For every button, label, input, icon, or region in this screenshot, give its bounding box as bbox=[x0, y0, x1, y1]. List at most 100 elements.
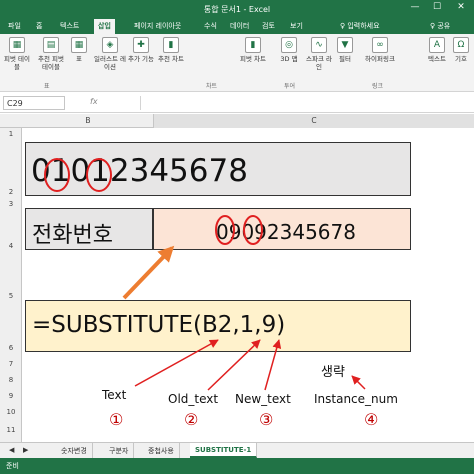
name-box[interactable]: C29 bbox=[3, 96, 65, 110]
3d-map-icon: ◎ bbox=[281, 37, 297, 53]
button-label: 필터 bbox=[339, 55, 351, 63]
tab-text[interactable]: 텍스트 bbox=[60, 21, 79, 31]
table-icon: ▦ bbox=[71, 37, 87, 53]
row-header-9[interactable]: 9 bbox=[0, 392, 22, 400]
minimize-icon[interactable]: — bbox=[404, 2, 426, 12]
row-header-1[interactable]: 1 bbox=[0, 130, 22, 138]
highlight-circle bbox=[44, 158, 70, 192]
button-label: 하이퍼링크 bbox=[365, 55, 395, 63]
button-label: 피벗 차트 bbox=[240, 55, 266, 63]
row-header-11[interactable]: 11 bbox=[0, 426, 22, 434]
group-label-tour: 투어 bbox=[284, 83, 296, 90]
pivot-table-button[interactable]: ▦ 피벗 테이블 bbox=[2, 37, 32, 71]
row-header-2[interactable]: 2 bbox=[0, 188, 22, 196]
addin-button[interactable]: ✚ 추가 기능 bbox=[128, 37, 154, 63]
column-header-b[interactable]: B bbox=[22, 114, 154, 128]
button-label: 기호 bbox=[455, 55, 467, 63]
tab-formulas[interactable]: 수식 bbox=[204, 21, 217, 31]
group-label-link: 링크 bbox=[372, 83, 384, 90]
title-bar: 통합 문서1 - Excel — ☐ ✕ bbox=[0, 0, 474, 18]
row-header-8[interactable]: 8 bbox=[0, 376, 22, 384]
row-header-5[interactable]: 5 bbox=[0, 292, 22, 300]
highlight-circle bbox=[86, 158, 112, 192]
table-button[interactable]: ▦ 표 bbox=[70, 37, 88, 63]
sparkline-icon: ∿ bbox=[311, 37, 327, 53]
button-label: 추가 기능 bbox=[128, 55, 154, 63]
symbol-icon: Ω bbox=[453, 37, 469, 53]
filter-icon: ▼ bbox=[337, 37, 353, 53]
annotation-overlay bbox=[44, 158, 366, 391]
row-header-7[interactable]: 7 bbox=[0, 360, 22, 368]
illustration-button[interactable]: ◈ 일러스트 레이션 bbox=[94, 37, 126, 71]
ribbon-tabs: 파일 홈 텍스트 삽입 페이지 레이아웃 수식 데이터 검토 보기 ♀ 입력하세… bbox=[0, 18, 474, 34]
button-label: 텍스트 bbox=[428, 55, 446, 63]
text-button[interactable]: A 텍스트 bbox=[426, 37, 448, 63]
column-header-c[interactable]: C bbox=[154, 114, 474, 128]
column-headers: B C bbox=[0, 114, 474, 128]
arrow-to-old-text bbox=[207, 339, 261, 391]
illustration-icon: ◈ bbox=[102, 37, 118, 53]
button-label: 스파크 라인 bbox=[306, 55, 332, 71]
excel-window: 통합 문서1 - Excel — ☐ ✕ 파일 홈 텍스트 삽입 페이지 레이아… bbox=[0, 0, 474, 474]
row-header-6[interactable]: 6 bbox=[0, 344, 22, 352]
hyperlink-button[interactable]: ∞ 하이퍼링크 bbox=[360, 37, 400, 63]
row-header-3[interactable]: 3 bbox=[0, 200, 22, 208]
sheet-tab-number-change[interactable]: 숫자변경 bbox=[56, 443, 93, 458]
pivot-chart-icon: ▮ bbox=[245, 37, 261, 53]
tab-page-layout[interactable]: 페이지 레이아웃 bbox=[134, 21, 181, 31]
text-icon: A bbox=[429, 37, 445, 53]
row-header-10[interactable]: 10 bbox=[0, 408, 22, 416]
symbol-button[interactable]: Ω 기호 bbox=[450, 37, 472, 63]
status-bar: 준비 bbox=[0, 458, 474, 474]
pivot-chart-button[interactable]: ▮ 피벗 차트 bbox=[238, 37, 268, 63]
button-label: 추천 피벗 테이블 bbox=[38, 55, 64, 71]
recommended-chart-icon: ▮ bbox=[163, 37, 179, 53]
tab-data[interactable]: 데이터 bbox=[230, 21, 249, 31]
tell-me-search[interactable]: ♀ 입력하세요 bbox=[340, 21, 380, 31]
worksheet-grid[interactable]: 01012345678 전화번호 09092345678 =SUBSTITUTE… bbox=[22, 128, 474, 442]
arrow-to-text bbox=[134, 339, 219, 387]
fx-icon[interactable]: fx bbox=[90, 97, 98, 106]
recommended-chart-button[interactable]: ▮ 추천 차트 bbox=[158, 37, 184, 63]
pivot-table-icon: ▦ bbox=[9, 37, 25, 53]
button-label: 추천 차트 bbox=[158, 55, 184, 63]
sheet-tab-nested[interactable]: 중첩사용 bbox=[143, 443, 180, 458]
highlight-circle bbox=[243, 215, 263, 245]
row-header-4[interactable]: 4 bbox=[0, 242, 22, 250]
recommended-pivot-button[interactable]: ▤ 추천 피벗 테이블 bbox=[34, 37, 68, 71]
window-title: 통합 문서1 - Excel bbox=[203, 5, 271, 14]
tab-insert[interactable]: 삽입 bbox=[94, 19, 115, 34]
button-label: 표 bbox=[76, 55, 82, 63]
tab-view[interactable]: 보기 bbox=[290, 21, 303, 31]
formula-bar: C29 fx bbox=[0, 93, 474, 113]
button-label: 일러스트 레이션 bbox=[94, 55, 126, 71]
button-label: 피벗 테이블 bbox=[4, 55, 30, 71]
tab-review[interactable]: 검토 bbox=[262, 21, 275, 31]
next-sheet-icon[interactable]: ▶ bbox=[18, 443, 33, 458]
filter-button[interactable]: ▼ 필터 bbox=[334, 37, 356, 63]
highlight-circle bbox=[215, 215, 235, 245]
sheet-tab-bar: ◀ ▶ 숫자변경 구분자 중첩사용 SUBSTITUTE-1 bbox=[0, 442, 474, 458]
maximize-icon[interactable]: ☐ bbox=[426, 2, 448, 12]
recommended-pivot-icon: ▤ bbox=[43, 37, 59, 53]
orange-arrow bbox=[122, 245, 175, 300]
row-headers: 1 2 3 4 5 6 7 8 9 10 11 bbox=[0, 128, 22, 442]
status-ready: 준비 bbox=[6, 462, 19, 470]
arrow-to-new-text bbox=[264, 339, 282, 391]
sheet-tab-substitute-1[interactable]: SUBSTITUTE-1 bbox=[190, 443, 258, 458]
hyperlink-icon: ∞ bbox=[372, 37, 388, 53]
formula-input[interactable] bbox=[140, 96, 470, 110]
ribbon: ▦ 피벗 테이블 ▤ 추천 피벗 테이블 ▦ 표 ◈ 일러스트 레이션 ✚ 추가… bbox=[0, 34, 474, 92]
button-label: 3D 맵 bbox=[280, 55, 298, 63]
tab-file[interactable]: 파일 bbox=[8, 21, 21, 31]
arrow-to-omitted bbox=[351, 375, 366, 390]
3d-map-button[interactable]: ◎ 3D 맵 bbox=[278, 37, 300, 63]
group-label-chart: 차트 bbox=[206, 83, 218, 90]
group-label-table: 표 bbox=[44, 83, 50, 90]
addin-icon: ✚ bbox=[133, 37, 149, 53]
sheet-tab-delimiter[interactable]: 구분자 bbox=[104, 443, 135, 458]
tab-home[interactable]: 홈 bbox=[36, 21, 42, 31]
close-icon[interactable]: ✕ bbox=[450, 2, 472, 12]
share-button[interactable]: ♀ 공유 bbox=[430, 21, 450, 31]
sparkline-button[interactable]: ∿ 스파크 라인 bbox=[306, 37, 332, 71]
